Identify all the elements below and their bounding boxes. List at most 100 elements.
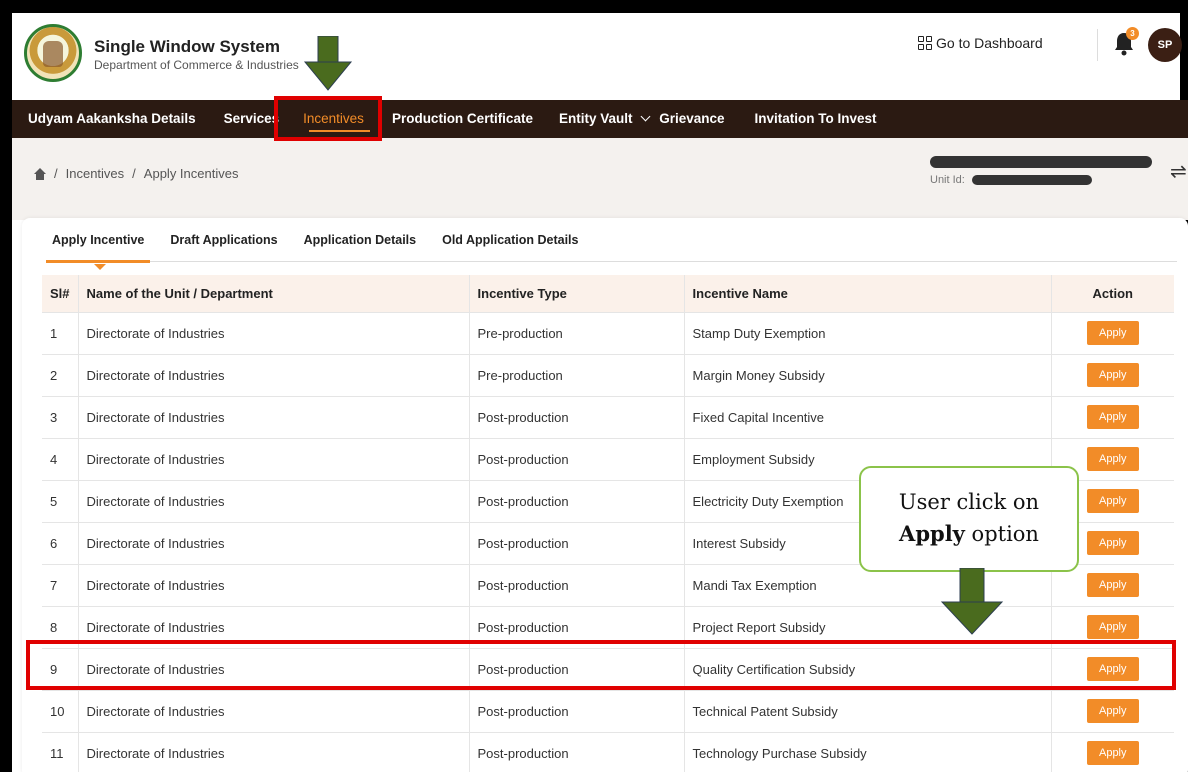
arrow-down-icon (940, 568, 1004, 635)
cell-action: Apply (1051, 396, 1174, 439)
tab-old-application-details[interactable]: Old Application Details (442, 232, 578, 262)
apply-button[interactable]: Apply (1086, 321, 1139, 345)
highlight-incentives-nav (274, 96, 382, 141)
table-header-row: Sl# Name of the Unit / Department Incent… (42, 275, 1174, 313)
apply-button[interactable]: Apply (1086, 489, 1139, 513)
col-header-type: Incentive Type (469, 275, 685, 313)
cell-type: Post-production (469, 396, 685, 439)
unit-name-redacted (930, 156, 1152, 168)
go-to-dashboard-link[interactable]: Go to Dashboard (918, 35, 1043, 51)
cell-action: Apply (1051, 354, 1174, 397)
apply-button[interactable]: Apply (1086, 741, 1139, 765)
cell-name: Fixed Capital Incentive (684, 396, 1052, 439)
cell-type: Post-production (469, 522, 685, 565)
notification-badge: 3 (1126, 27, 1139, 40)
header-divider (1097, 29, 1098, 61)
col-header-sl: Sl# (42, 275, 79, 313)
cell-name: Margin Money Subsidy (684, 354, 1052, 397)
cell-unit: Directorate of Industries (78, 690, 470, 733)
nav-invitation-to-invest[interactable]: Invitation To Invest (741, 100, 893, 138)
cell-type: Post-production (469, 732, 685, 772)
cell-unit: Directorate of Industries (78, 480, 470, 523)
cell-unit: Directorate of Industries (78, 732, 470, 772)
callout-option-text: option (964, 522, 1039, 546)
cell-name: Technology Purchase Subsidy (684, 732, 1052, 772)
breadcrumb: / Incentives / Apply Incentives (34, 166, 238, 181)
cell-name: Stamp Duty Exemption (684, 312, 1052, 355)
cell-type: Pre-production (469, 312, 685, 355)
table-row: 11 Directorate of Industries Post-producti… (42, 732, 1174, 772)
cell-name: Technical Patent Subsidy (684, 690, 1052, 733)
cell-type: Post-production (469, 690, 685, 733)
cell-sl: 7 (42, 564, 79, 607)
table-row: 1 Directorate of Industries Pre-production… (42, 312, 1174, 355)
cell-sl: 10 (42, 690, 79, 733)
tab-application-details[interactable]: Application Details (304, 232, 417, 262)
dashboard-link-label: Go to Dashboard (936, 35, 1043, 51)
cell-type: Post-production (469, 438, 685, 481)
unit-id-redacted (972, 175, 1092, 185)
apply-button[interactable]: Apply (1086, 447, 1139, 471)
brand-title: Single Window System (94, 37, 280, 56)
breadcrumb-incentives[interactable]: Incentives (66, 166, 125, 181)
emblem-icon (43, 41, 63, 67)
cell-type: Pre-production (469, 354, 685, 397)
apply-button[interactable]: Apply (1086, 363, 1139, 387)
table-row: 2 Directorate of Industries Pre-production… (42, 354, 1174, 397)
nav-entity-vault-label: Entity Vault (558, 111, 633, 126)
apply-button[interactable]: Apply (1086, 699, 1139, 723)
user-avatar[interactable]: SP (1148, 28, 1182, 62)
cell-sl: 1 (42, 312, 79, 355)
cell-sl: 3 (42, 396, 79, 439)
cell-sl: 2 (42, 354, 79, 397)
cell-sl: 6 (42, 522, 79, 565)
nav-udyam-aakanksha-details[interactable]: Udyam Aakanksha Details (12, 100, 212, 138)
nav-production-certificate[interactable]: Production Certificate (386, 100, 545, 138)
cell-sl: 5 (42, 480, 79, 523)
breadcrumb-separator: / (54, 166, 58, 181)
main-nav: Udyam Aakanksha Details Services Incenti… (12, 100, 1188, 138)
app-header: Single Window System Department of Comme… (12, 13, 1182, 101)
breadcrumb-apply-incentives: Apply Incentives (143, 166, 239, 181)
apply-button[interactable]: Apply (1086, 573, 1139, 597)
table-row: 10 Directorate of Industries Post-producti… (42, 690, 1174, 733)
apply-button[interactable]: Apply (1086, 615, 1139, 639)
tab-apply-incentive[interactable]: Apply Incentive (45, 232, 151, 270)
chevron-down-icon (640, 111, 651, 122)
cell-sl: 11 (42, 732, 79, 772)
cell-unit: Directorate of Industries (78, 354, 470, 397)
incentive-tabs: Apply Incentive Draft Applications Appli… (45, 232, 1177, 270)
callout-line-2: Apply option (861, 518, 1077, 550)
cell-action: Apply (1051, 690, 1174, 733)
cell-unit: Directorate of Industries (78, 396, 470, 439)
callout-line-1: User click on (898, 490, 1040, 514)
state-emblem-logo[interactable] (24, 24, 82, 82)
col-header-unit: Name of the Unit / Department (78, 275, 470, 313)
col-header-action: Action (1051, 275, 1174, 313)
apply-button[interactable]: Apply (1086, 531, 1139, 555)
cell-type: Post-production (469, 480, 685, 523)
nav-entity-vault[interactable]: Entity Vault (545, 100, 655, 138)
arrow-down-icon (303, 36, 353, 91)
cell-type: Post-production (469, 564, 685, 607)
home-icon[interactable] (34, 167, 46, 180)
cell-unit: Directorate of Industries (78, 522, 470, 565)
table-row: 3 Directorate of Industries Post-productio… (42, 396, 1174, 439)
tab-draft-applications[interactable]: Draft Applications (170, 232, 277, 262)
cell-action: Apply (1051, 312, 1174, 355)
cell-sl: 4 (42, 438, 79, 481)
instruction-callout: User click on Apply option (859, 466, 1079, 572)
cell-unit: Directorate of Industries (78, 564, 470, 607)
brand-subtitle: Department of Commerce & Industries (94, 58, 299, 72)
highlight-row-9 (26, 640, 1176, 690)
col-header-name: Incentive Name (684, 275, 1052, 313)
callout-bold-apply: Apply (899, 521, 965, 546)
breadcrumb-separator: / (132, 166, 136, 181)
dashboard-grid-icon (918, 36, 932, 50)
apply-button[interactable]: Apply (1086, 405, 1139, 429)
nav-grievance[interactable]: Grievance (655, 100, 740, 138)
switch-unit-icon[interactable]: ⇌ (1170, 159, 1187, 184)
cell-action: Apply (1051, 732, 1174, 772)
cell-unit: Directorate of Industries (78, 312, 470, 355)
unit-id-label: Unit Id: (930, 174, 965, 186)
